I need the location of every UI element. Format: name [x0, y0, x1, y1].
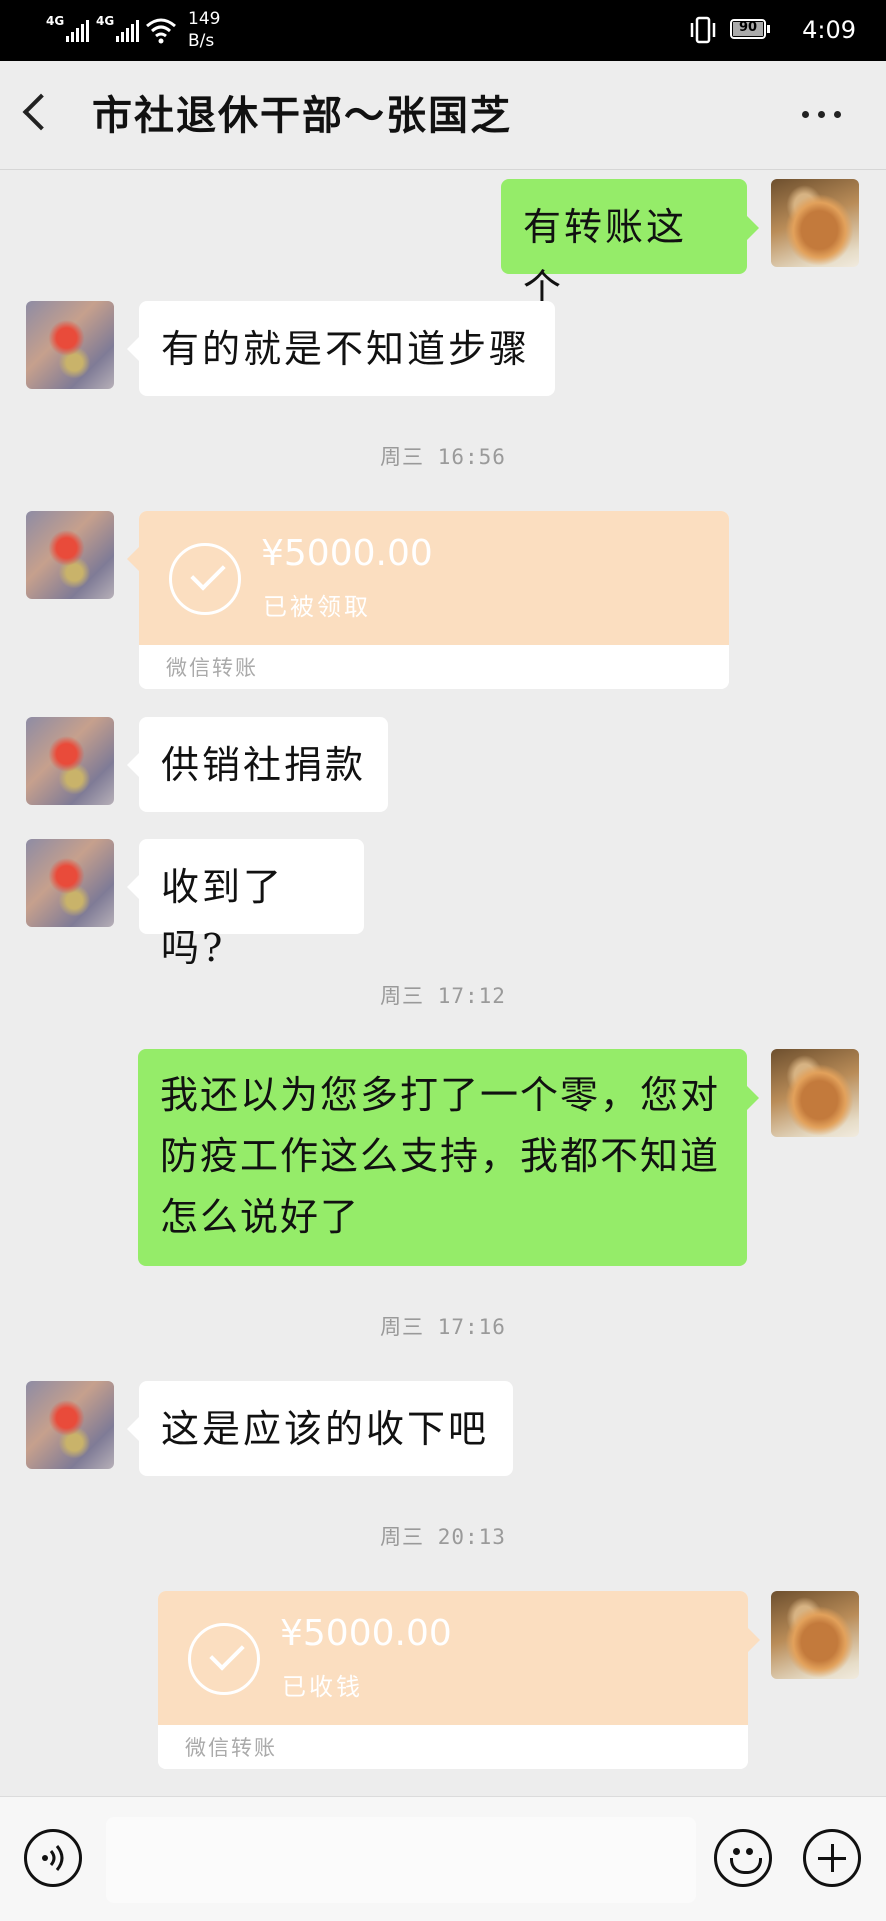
cellular-signal-icon: 4G	[46, 14, 90, 42]
transfer-card-body: ¥5000.00 已收钱	[158, 1591, 748, 1725]
transfer-card-footer: 微信转账	[139, 645, 729, 689]
message-line: 我还以为您多打了一个零，您对	[160, 1073, 721, 1117]
message-timestamp: 周三 20:13	[380, 1525, 506, 1549]
transfer-card[interactable]: ¥5000.00 已被领取 微信转账	[139, 511, 729, 689]
transfer-footer-label: 微信转账	[185, 1736, 277, 1760]
transfer-card-footer: 微信转账	[158, 1725, 748, 1769]
message-timestamp: 周三 17:16	[380, 1315, 506, 1339]
message-bubble[interactable]: 有的就是不知道步骤	[139, 301, 555, 396]
network-speed-value: 149	[188, 9, 221, 29]
bubble-tail	[747, 1086, 759, 1110]
wifi-icon	[145, 16, 177, 44]
message-bubble[interactable]: 收到了吗?	[139, 839, 364, 970]
back-arrow-icon[interactable]	[22, 93, 60, 131]
message-timestamp: 周三 16:56	[380, 445, 506, 469]
message-line: 防疫工作这么支持，我都不知道	[160, 1134, 721, 1178]
voice-icon[interactable]	[24, 1829, 82, 1887]
vibrate-icon	[688, 16, 718, 44]
my-avatar[interactable]	[771, 1049, 859, 1137]
battery-level: 90	[738, 20, 758, 35]
message-bubble[interactable]: 这是应该的收下吧	[139, 1381, 513, 1476]
my-avatar[interactable]	[771, 1591, 859, 1679]
message-timestamp: 周三 17:12	[380, 984, 506, 1008]
my-avatar[interactable]	[771, 179, 859, 267]
message-bubble[interactable]: 我还以为您多打了一个零，您对 防疫工作这么支持，我都不知道 怎么说好了	[138, 1049, 747, 1266]
emoji-icon[interactable]	[714, 1829, 772, 1887]
transfer-amount: ¥5000.00	[261, 533, 433, 574]
transfer-card[interactable]: ¥5000.00 已收钱 微信转账	[158, 1591, 748, 1769]
cellular-signal-icon: 4G	[96, 14, 140, 42]
bubble-tail	[127, 337, 139, 361]
plus-icon[interactable]	[803, 1829, 861, 1887]
contact-avatar[interactable]	[26, 301, 114, 389]
bubble-tail	[127, 1417, 139, 1441]
contact-avatar[interactable]	[26, 1381, 114, 1469]
bubble-tail	[127, 547, 139, 571]
contact-avatar[interactable]	[26, 839, 114, 927]
battery-tip	[767, 25, 770, 33]
bubble-tail	[748, 1628, 760, 1652]
network-speed: 149 B/s	[188, 8, 220, 52]
signal-type-label: 4G	[96, 14, 115, 28]
chat-title: 市社退休干部～张国芝	[92, 92, 512, 139]
message-line: 怎么说好了	[160, 1195, 361, 1239]
message-bubble[interactable]: 供销社捐款	[139, 717, 388, 812]
input-bar	[0, 1796, 886, 1921]
network-speed-unit: B/s	[188, 31, 215, 51]
bubble-tail	[747, 216, 759, 240]
contact-avatar[interactable]	[26, 511, 114, 599]
battery-icon: 90	[730, 19, 766, 39]
transfer-status: 已被领取	[263, 593, 371, 621]
bubble-tail	[127, 875, 139, 899]
message-input[interactable]	[106, 1817, 696, 1903]
message-bubble[interactable]: 有转账这个	[501, 179, 747, 310]
checkmark-icon	[188, 1623, 260, 1695]
status-bar: 4G 4G 149 B/s 90 4:09	[0, 0, 886, 61]
transfer-footer-label: 微信转账	[166, 656, 258, 680]
transfer-status: 已收钱	[282, 1673, 363, 1701]
contact-avatar[interactable]	[26, 717, 114, 805]
bubble-tail	[127, 753, 139, 777]
transfer-amount: ¥5000.00	[280, 1613, 452, 1654]
signal-type-label: 4G	[46, 14, 65, 28]
transfer-card-body: ¥5000.00 已被领取	[139, 511, 729, 645]
status-time: 4:09	[802, 16, 856, 44]
chat-header: 市社退休干部～张国芝	[0, 61, 886, 170]
checkmark-icon	[169, 543, 241, 615]
more-options-icon[interactable]	[802, 111, 846, 121]
